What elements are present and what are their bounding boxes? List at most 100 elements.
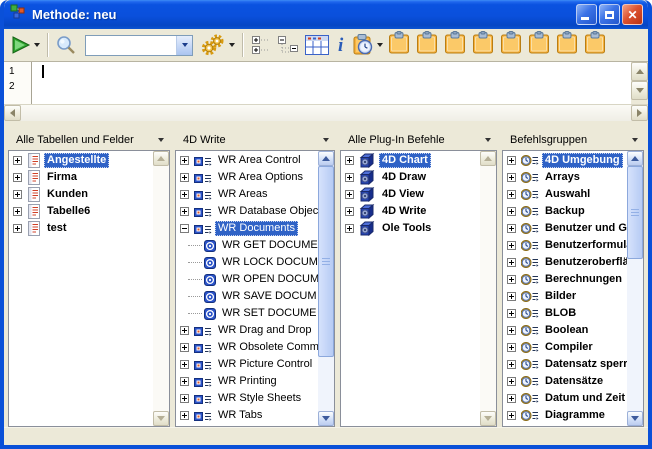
expand-icon[interactable] [13,224,22,233]
table-view-button[interactable] [302,31,332,59]
scrollbar-track[interactable] [318,166,334,411]
expand-icon[interactable] [507,156,516,165]
expand-icon[interactable] [180,190,189,199]
panel-scrollbar[interactable] [318,151,334,426]
tree-item-label[interactable]: 4D Chart [379,153,431,168]
scrollbar-track[interactable] [480,166,496,411]
expand-icon[interactable] [507,326,516,335]
expand-icon[interactable] [345,173,354,182]
panel-header-tables[interactable]: Alle Tabellen und Felder [8,130,170,150]
tree-item-label[interactable]: WR OPEN DOCUM [219,272,318,287]
tree-item[interactable]: Auswahl [503,186,627,203]
expand-icon[interactable] [180,207,189,216]
tree-item[interactable]: Firma [9,169,153,186]
tree-item[interactable]: 4D Chart [341,152,480,169]
tree-item[interactable]: Arrays [503,169,627,186]
tree-item-label[interactable]: Firma [44,170,80,185]
clipboard-4-button[interactable] [469,31,497,59]
tree-item-label[interactable]: Tabelle6 [44,204,93,219]
tree-item[interactable]: 4D Umgebung [503,152,627,169]
scrollbar-track[interactable] [627,166,643,411]
tree-item[interactable]: Compiler [503,339,627,356]
expand-icon[interactable] [507,241,516,250]
clipboard-3-button[interactable] [441,31,469,59]
expand-icon[interactable] [507,411,516,420]
tree-item[interactable]: Diagramme [503,407,627,424]
tree-item-label[interactable]: test [44,221,70,236]
tree-item-label[interactable]: WR SET DOCUME [219,306,318,321]
tree-item[interactable]: WR GET DOCUME [176,237,318,254]
tree-item-label[interactable]: Datum und Zeit [542,391,627,406]
scroll-up-button[interactable] [153,151,169,166]
tree-item-label[interactable]: Ole Tools [379,221,434,236]
tree-item[interactable]: WR Area Control [176,152,318,169]
tree-item-label[interactable]: Angestellte [44,153,109,168]
tree-item-label[interactable]: WR Area Options [215,170,306,185]
expand-all-button[interactable] [248,31,274,59]
tree-item-label[interactable]: Compiler [542,340,596,355]
tree-item[interactable]: Datensatz sperre [503,356,627,373]
tree-item-label[interactable]: WR GET DOCUME [219,238,318,253]
scroll-up-button[interactable] [631,62,648,81]
minimize-button[interactable] [576,4,597,25]
tree-item[interactable]: Kunden [9,186,153,203]
tree-item[interactable]: Ole Tools [341,220,480,237]
expand-icon[interactable] [13,156,22,165]
scroll-up-button[interactable] [318,151,334,166]
clipboard-6-button[interactable] [525,31,553,59]
tree-item-label[interactable]: 4D Draw [379,170,429,185]
scroll-left-button[interactable] [4,105,21,121]
expand-icon[interactable] [180,173,189,182]
collapse-icon[interactable] [180,224,189,233]
tree-item[interactable]: Datum und Zeit [503,390,627,407]
search-button[interactable] [53,31,79,59]
tree-item-label[interactable]: WR Tabs [215,408,265,423]
tree-item[interactable]: 4D View [341,186,480,203]
tree-item-label[interactable]: WR SAVE DOCUM [219,289,318,304]
expand-icon[interactable] [507,309,516,318]
expand-icon[interactable] [507,394,516,403]
tree-item[interactable]: WR LOCK DOCUM [176,254,318,271]
scroll-down-button[interactable] [627,411,643,426]
scroll-up-button[interactable] [480,151,496,166]
tree-item[interactable]: WR Documents [176,220,318,237]
tree-item[interactable]: Backup [503,203,627,220]
expand-icon[interactable] [13,190,22,199]
tree-item[interactable]: WR Areas [176,186,318,203]
scrollbar-thumb[interactable] [627,166,643,259]
tree-item-label[interactable]: Drag & Drop [542,425,613,426]
tree-item-label[interactable]: Datensätze [542,374,606,389]
tree-item-label[interactable]: WR LOCK DOCUM [219,255,318,270]
run-method-button[interactable] [8,31,42,59]
tree-item-label[interactable]: Bilder [542,289,579,304]
clipboard-7-button[interactable] [553,31,581,59]
tree-item[interactable]: WR OPEN DOCUM [176,271,318,288]
expand-icon[interactable] [507,207,516,216]
expand-icon[interactable] [13,173,22,182]
tree-item[interactable]: Bilder [503,288,627,305]
scroll-down-button[interactable] [480,411,496,426]
expand-icon[interactable] [507,224,516,233]
close-button[interactable]: ✕ [622,4,643,25]
code-input[interactable] [32,62,631,104]
panel-scrollbar[interactable] [627,151,643,426]
expand-icon[interactable] [507,343,516,352]
clipboard-1-button[interactable] [385,31,413,59]
search-combobox[interactable] [85,35,193,56]
scroll-down-button[interactable] [153,411,169,426]
expand-icon[interactable] [180,377,189,386]
tree-item[interactable]: Boolean [503,322,627,339]
title-bar[interactable]: Methode: neu ✕ [4,0,648,29]
tree-item[interactable]: Tabelle6 [9,203,153,220]
expand-icon[interactable] [345,190,354,199]
tree-item-label[interactable]: Benutzerformular [542,238,627,253]
tree-item[interactable]: Angestellte [9,152,153,169]
tree-item-label[interactable]: WR Areas [215,187,271,202]
tree-item[interactable]: WR Database Objec [176,203,318,220]
editor-horizontal-scrollbar[interactable] [4,104,648,121]
scrollbar-thumb[interactable] [318,166,334,357]
tree-item[interactable]: Benutzerformular [503,237,627,254]
expand-icon[interactable] [180,394,189,403]
tree-item[interactable]: 4D Write [341,203,480,220]
expand-icon[interactable] [345,207,354,216]
